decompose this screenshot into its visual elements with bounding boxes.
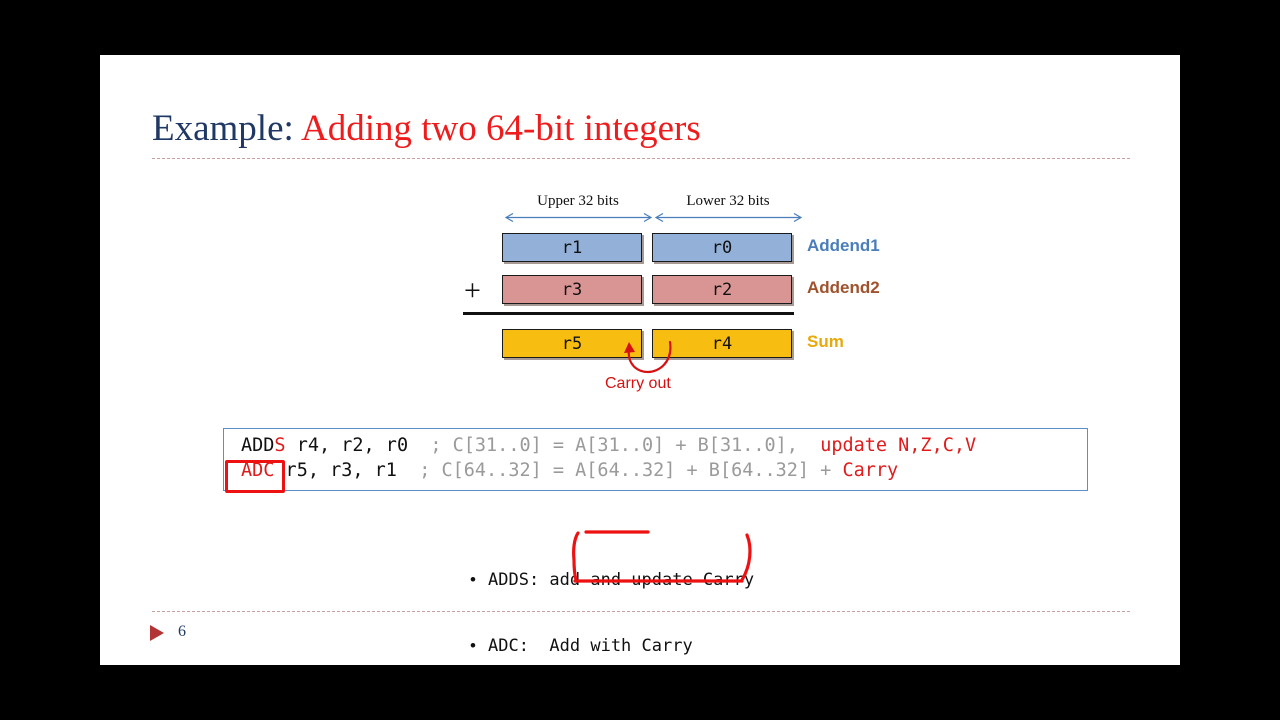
register-box-r1: r1 — [502, 233, 642, 262]
code-mnemonic-add: ADD — [241, 435, 275, 456]
assembly-code-block: ADDS r4, r2, r0 ; C[31..0] = A[31..0] + … — [223, 428, 1088, 491]
row-label-addend1: Addend1 — [807, 236, 880, 255]
slide-canvas: Example: Adding two 64-bit integers Uppe… — [100, 55, 1180, 665]
plus-operator: + — [464, 274, 481, 307]
bullet-marker: • — [470, 636, 476, 655]
code-comment-line1: ; C[31..0] = A[31..0] + B[31..0], — [430, 435, 821, 456]
bullet-text-adc: ADC: Add with Carry — [488, 636, 693, 656]
row-label-addend2: Addend2 — [807, 278, 880, 297]
footer-divider — [152, 611, 1130, 612]
code-mnemonic-s-suffix: S — [274, 435, 286, 456]
upper-bits-dimension-arrow — [504, 213, 653, 222]
list-item: • ADDS: add and update Carry — [470, 567, 754, 593]
code-mnemonic-adc: ADC — [241, 460, 275, 481]
code-operands-line1: r4, r2, r0 — [285, 435, 431, 456]
code-comment-highlight-line1: update N,Z,C,V — [820, 435, 977, 456]
code-comment-line2: ; C[64..32] = A[64..32] + B[64..32] + — [419, 460, 843, 481]
summation-line — [463, 312, 794, 315]
code-line-adds: ADDS r4, r2, r0 ; C[31..0] = A[31..0] + … — [241, 435, 976, 456]
code-comment-highlight-line2: Carry — [842, 460, 899, 481]
register-box-r2: r2 — [652, 275, 792, 304]
code-line-adc: ADC r5, r3, r1 ; C[64..32] = A[64..32] +… — [241, 460, 898, 481]
bullet-list: • ADDS: add and update Carry • ADC: Add … — [470, 527, 754, 699]
page-number: 6 — [178, 623, 186, 640]
register-box-r0: r0 — [652, 233, 792, 262]
bullet-marker: • — [470, 570, 476, 589]
lower-bits-dimension-arrow — [654, 213, 803, 222]
register-box-r3: r3 — [502, 275, 642, 304]
play-triangle-icon — [150, 625, 164, 641]
carry-out-label: Carry out — [605, 375, 671, 392]
carry-out-arrow-icon — [624, 340, 672, 374]
code-operands-line2: r5, r3, r1 — [274, 460, 420, 481]
bullet-text-adds: ADDS: add and update Carry — [488, 570, 755, 590]
row-label-sum: Sum — [807, 332, 844, 351]
list-item: • ADC: Add with Carry — [470, 633, 754, 659]
lower-bits-label: Lower 32 bits — [686, 193, 770, 209]
upper-bits-label: Upper 32 bits — [537, 193, 619, 209]
